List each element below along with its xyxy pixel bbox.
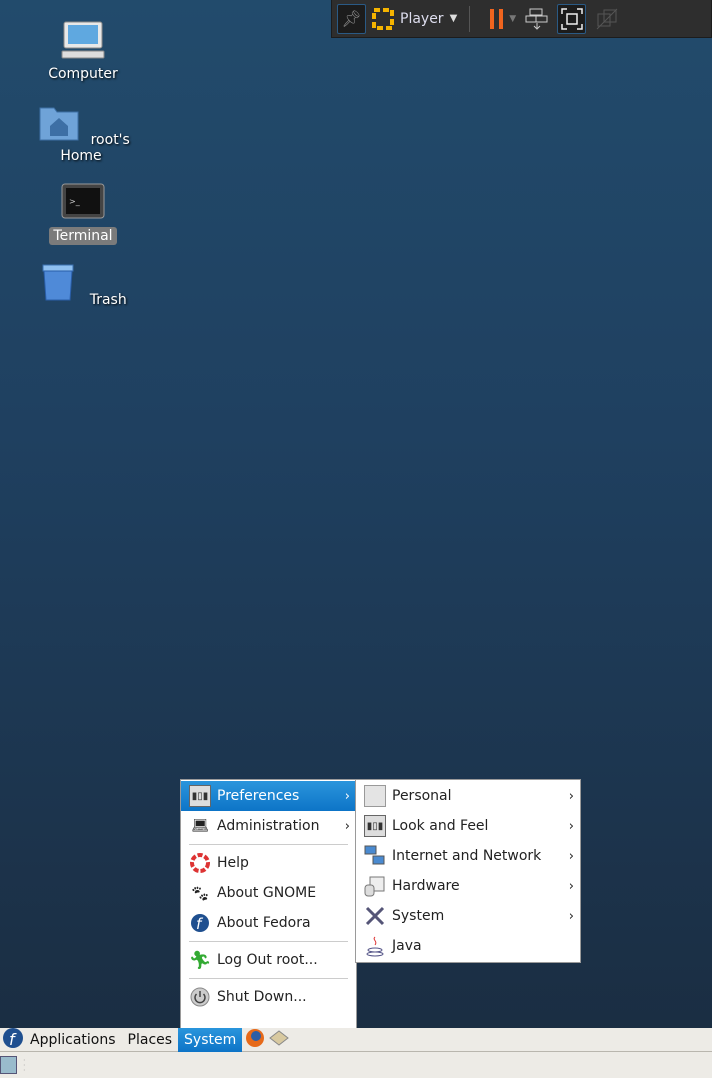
menu-item-preferences[interactable]: ▮▯▮ Preferences ›	[181, 781, 356, 811]
send-ctrl-alt-del-button[interactable]	[522, 4, 551, 34]
menu-item-administration[interactable]: 💻︎ Administration ›	[181, 811, 356, 841]
unity-button[interactable]	[592, 4, 621, 34]
submenu-item-java[interactable]: Java	[356, 931, 580, 961]
system-menu: ▮▯▮ Preferences › 💻︎ Administration › Help 🐾…	[180, 779, 357, 1029]
separator	[189, 941, 348, 942]
svg-text:>_: >_	[69, 197, 81, 206]
firefox-launcher-icon[interactable]	[245, 1028, 265, 1052]
places-menu[interactable]: Places	[122, 1028, 179, 1052]
fullscreen-button[interactable]	[557, 3, 587, 34]
gnome-panel: f Applications Places System	[0, 1027, 712, 1053]
player-menu-button[interactable]: Player ▼	[372, 7, 458, 30]
computer-icon	[61, 21, 105, 59]
submenu-item-system[interactable]: System ›	[356, 901, 580, 931]
submenu-item-internet-and-network[interactable]: Internet and Network ›	[356, 841, 580, 871]
submenu-item-personal[interactable]: Personal ›	[356, 781, 580, 811]
power-icon	[189, 986, 211, 1008]
menu-item-about-fedora[interactable]: f About Fedora	[181, 908, 356, 938]
home-folder-icon	[39, 107, 79, 141]
preferences-icon: ▮▯▮	[189, 785, 211, 807]
submenu-item-hardware[interactable]: Hardware ›	[356, 871, 580, 901]
menu-item-shut-down[interactable]: Shut Down...	[181, 982, 356, 1012]
administration-icon: 💻︎	[191, 818, 209, 834]
vmware-logo-icon	[372, 7, 394, 30]
submenu-arrow-icon: ›	[568, 788, 574, 804]
submenu-arrow-icon: ›	[568, 848, 574, 864]
wrench-screwdriver-icon	[364, 905, 386, 927]
personal-icon	[364, 785, 386, 807]
java-cup-icon	[364, 935, 386, 957]
applications-menu[interactable]: Applications	[24, 1028, 122, 1052]
fedora-logo-icon: f	[2, 1027, 24, 1053]
separator	[189, 844, 348, 845]
network-icon	[364, 845, 386, 867]
hardware-icon	[364, 875, 386, 897]
dropdown-icon: ▼	[449, 13, 458, 24]
show-desktop-icon[interactable]	[0, 1056, 17, 1074]
trash-icon	[42, 264, 74, 301]
fullscreen-icon	[560, 7, 583, 30]
pause-dropdown-icon[interactable]: ▼	[509, 14, 516, 24]
mail-launcher-icon[interactable]	[268, 1028, 290, 1052]
help-lifebuoy-icon	[189, 852, 211, 874]
vm-player-toolbar: 📌︎ Player ▼ ▼	[331, 0, 712, 38]
submenu-arrow-icon: ›	[568, 908, 574, 924]
bottom-panel: · · ·	[0, 1052, 712, 1078]
desktop-icon-home[interactable]: root's Home	[33, 102, 133, 164]
desktop-icon-trash[interactable]: Trash	[33, 262, 133, 308]
log-out-running-man-icon: 🏃︎	[188, 949, 212, 971]
pin-button[interactable]: 📌︎	[337, 3, 366, 34]
submenu-arrow-icon: ›	[344, 788, 350, 804]
pause-icon	[489, 8, 503, 29]
desktop-icon-terminal[interactable]: >_ Terminal	[33, 182, 133, 245]
submenu-arrow-icon: ›	[568, 818, 574, 834]
pin-icon: 📌︎	[341, 9, 362, 28]
menu-item-about-gnome[interactable]: 🐾︎ About GNOME	[181, 878, 356, 908]
panel-handle[interactable]: · · ·	[23, 1057, 26, 1075]
terminal-icon: >_	[61, 183, 105, 219]
fedora-icon: f	[189, 912, 211, 934]
preferences-submenu: Personal › ▮▯▮ Look and Feel › Internet and…	[355, 779, 581, 963]
gnome-foot-icon: 🐾︎	[189, 883, 211, 903]
submenu-arrow-icon: ›	[568, 878, 574, 894]
submenu-item-look-and-feel[interactable]: ▮▯▮ Look and Feel ›	[356, 811, 580, 841]
pause-button[interactable]	[482, 4, 511, 34]
menu-item-help[interactable]: Help	[181, 848, 356, 878]
system-menu-button[interactable]: System	[178, 1027, 243, 1052]
desktop-icon-computer[interactable]: Computer	[33, 20, 133, 82]
unity-disabled-icon	[596, 8, 618, 29]
divider	[469, 5, 471, 32]
submenu-arrow-icon: ›	[344, 818, 350, 834]
network-keys-icon	[525, 8, 548, 30]
separator	[189, 978, 348, 979]
menu-item-log-out[interactable]: 🏃︎ Log Out root...	[181, 945, 356, 975]
look-and-feel-icon: ▮▯▮	[364, 815, 386, 837]
